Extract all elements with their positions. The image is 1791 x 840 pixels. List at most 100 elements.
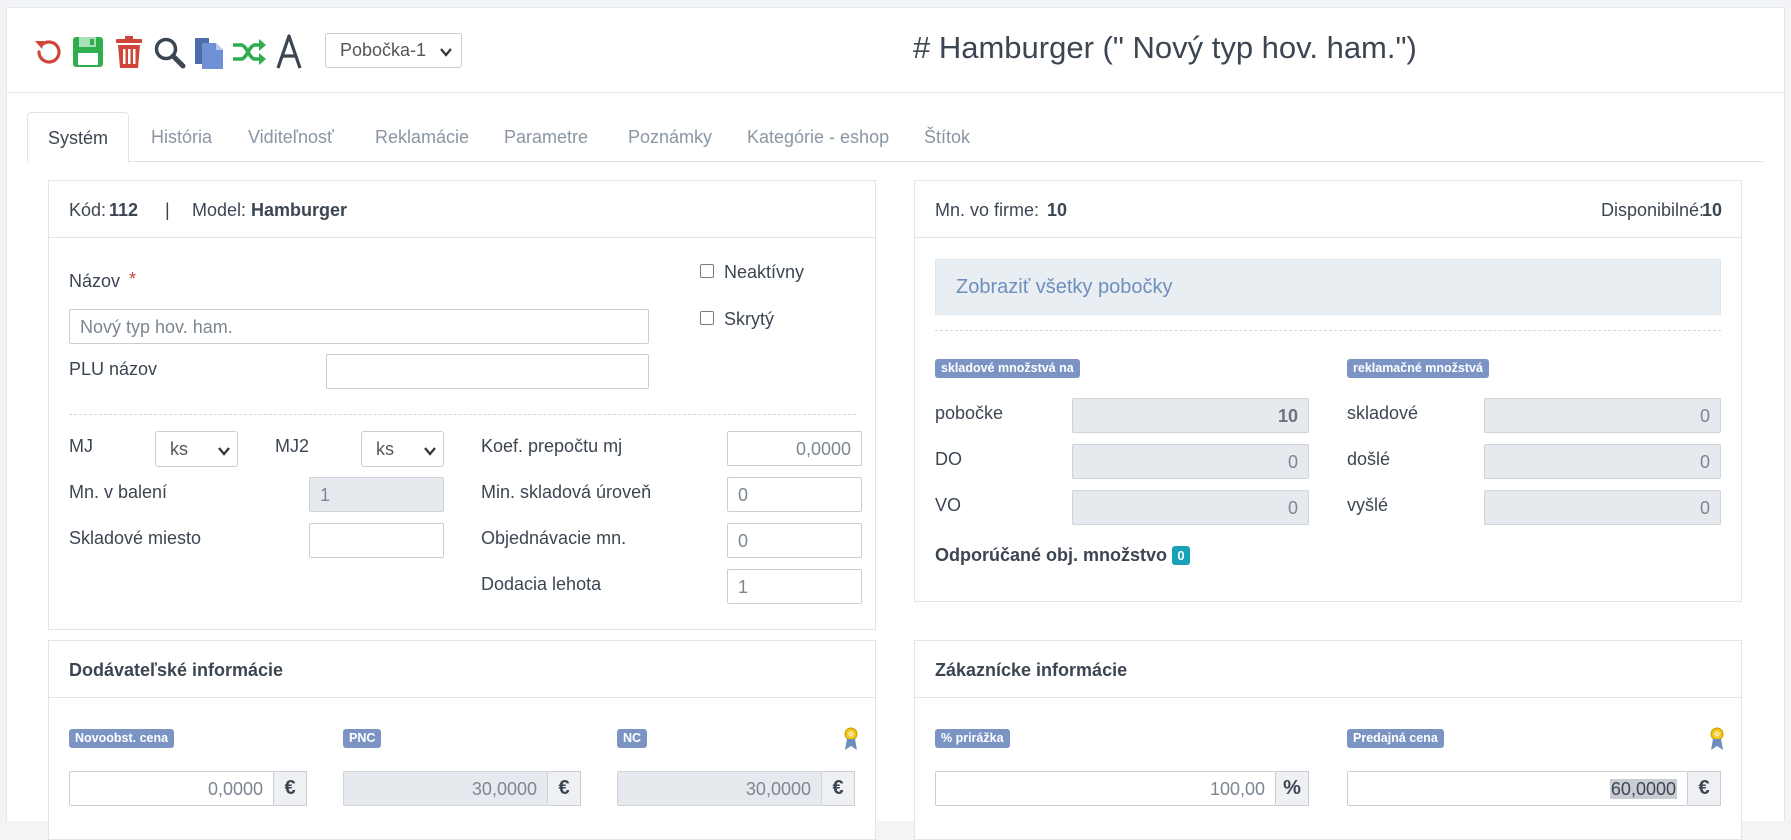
sale-price-badge: Predajná cena [1347, 729, 1444, 748]
tab-eshop-categories[interactable]: Kategórie - eshop [727, 112, 909, 162]
tab-parameters[interactable]: Parametre [484, 112, 608, 162]
available-label: Disponibilné: [1601, 200, 1705, 220]
pnc-currency: € [548, 771, 581, 806]
show-all-branches-button[interactable]: Zobraziť všetky pobočky [935, 259, 1721, 315]
vo-qty: 0 [1072, 490, 1309, 525]
claim-sent-qty: 0 [1484, 490, 1721, 525]
claim-received-label: došlé [1347, 449, 1391, 469]
min-stock-input[interactable]: 0 [727, 477, 862, 512]
sale-price-input[interactable]: 60,0000 [1347, 771, 1688, 806]
koef-input[interactable]: 0,0000 [727, 431, 862, 466]
new-price-currency: € [274, 771, 307, 806]
nc-input: 30,0000 [617, 771, 822, 806]
lead-time-input[interactable]: 1 [727, 569, 862, 604]
mj-label: MJ [69, 436, 93, 456]
mj2-select[interactable]: ks [361, 431, 444, 467]
min-stock-label: Min. skladová úroveň [481, 482, 652, 502]
percent-addon: % [1276, 771, 1309, 806]
branch-qty: 10 [1072, 398, 1309, 433]
chevron-down-icon [423, 442, 437, 463]
toolbar: Pobočka-1 # Hamburger (" Nový typ hov. h… [7, 8, 1784, 93]
sale-price-selection: 60,0000 [1609, 779, 1677, 799]
customer-card-title: Zákaznícke informácie [935, 660, 1128, 680]
company-qty-label: Mn. vo firme: [935, 200, 1040, 220]
award-icon [1710, 727, 1724, 756]
inactive-checkbox[interactable] [700, 264, 714, 278]
page-title: # Hamburger (" Nový typ hov. ham.") [913, 30, 1417, 65]
inactive-label: Neaktívny [724, 262, 805, 282]
divider [69, 414, 856, 415]
app-window: Pobočka-1 # Hamburger (" Nový typ hov. h… [6, 7, 1785, 840]
hidden-checkbox[interactable] [700, 311, 714, 325]
stock-badge: skladové množstvá na [935, 359, 1080, 378]
branch-select[interactable]: Pobočka-1 [325, 33, 462, 68]
location-input[interactable] [309, 523, 444, 558]
recommended-badge: 0 [1172, 546, 1190, 565]
do-label: DO [935, 449, 962, 469]
undo-icon[interactable] [29, 32, 67, 72]
mj2-select-value: ks [376, 439, 394, 459]
nc-currency: € [822, 771, 855, 806]
customer-card: Zákaznícke informácie % prirážka Predajn… [914, 640, 1742, 840]
lead-time-label: Dodacia lehota [481, 574, 602, 594]
stock-card: Mn. vo firme: 10 Disponibilné: 10 Zobraz… [914, 180, 1742, 602]
name-input[interactable]: Nový typ hov. ham. [69, 309, 649, 344]
koef-label: Koef. prepočtu mj [481, 436, 623, 456]
markup-input[interactable]: 100,00 [935, 771, 1276, 806]
required-mark: * [129, 269, 137, 289]
font-icon[interactable] [270, 32, 308, 72]
available-value: 10 [1702, 200, 1723, 220]
branch-select-value: Pobočka-1 [340, 40, 427, 60]
new-price-input[interactable]: 0,0000 [69, 771, 274, 806]
hidden-label: Skrytý [724, 309, 775, 329]
tab-label[interactable]: Štítok [904, 112, 990, 162]
copy-icon[interactable] [190, 32, 228, 72]
supplier-card: Dodávateľské informácie Novoobst. cena P… [48, 640, 876, 840]
tab-visibility[interactable]: Viditeľnosť [228, 112, 354, 162]
nc-badge: NC [617, 729, 648, 748]
code-value: 112 [109, 200, 139, 220]
trash-icon[interactable] [110, 32, 148, 72]
tab-bar: Systém História Viditeľnosť Reklamácie P… [27, 112, 1763, 163]
system-card: Kód: 112 | Model: Hamburger Názov * Nový… [48, 180, 876, 630]
plu-input[interactable] [326, 354, 649, 389]
award-icon [844, 727, 858, 756]
branch-label: pobočke [935, 403, 1004, 423]
markup-badge: % prirážka [935, 729, 1010, 748]
divider [935, 330, 1721, 331]
mj2-label: MJ2 [275, 436, 310, 456]
company-qty-value: 10 [1047, 200, 1068, 220]
stock-card-header: Mn. vo firme: 10 Disponibilné: 10 [915, 181, 1741, 238]
new-price-badge: Novoobst. cena [69, 729, 175, 748]
claim-stock-label: skladové [1347, 403, 1419, 423]
tab-system[interactable]: Systém [27, 112, 130, 163]
pack-input[interactable]: 1 [309, 477, 444, 512]
code-label: Kód: [69, 200, 107, 220]
save-icon[interactable] [69, 32, 107, 72]
order-qty-input[interactable]: 0 [727, 523, 862, 558]
pnc-input: 30,0000 [343, 771, 548, 806]
supplier-card-header: Dodávateľské informácie [49, 641, 875, 698]
tab-complaints[interactable]: Reklamácie [355, 112, 489, 162]
model-label: Model: [192, 200, 247, 220]
tab-history[interactable]: História [131, 112, 232, 162]
shuffle-icon[interactable] [230, 32, 268, 72]
sale-price-currency: € [1688, 771, 1721, 806]
separator: | [165, 200, 170, 220]
customer-card-header: Zákaznícke informácie [915, 641, 1741, 698]
search-icon[interactable] [150, 32, 188, 72]
tab-notes[interactable]: Poznámky [608, 112, 732, 162]
claim-stock-qty: 0 [1484, 398, 1721, 433]
location-label: Skladové miesto [69, 528, 202, 548]
supplier-card-title: Dodávateľské informácie [69, 660, 284, 680]
order-qty-label: Objednávacie mn. [481, 528, 627, 548]
chevron-down-icon [217, 442, 231, 463]
mj-select[interactable]: ks [155, 431, 238, 467]
pack-label: Mn. v balení [69, 482, 168, 502]
chevron-down-icon [439, 43, 453, 64]
name-label: Názov [69, 271, 121, 291]
claim-badge: reklamačné množstvá [1347, 359, 1489, 378]
plu-label: PLU názov [69, 359, 158, 379]
pnc-badge: PNC [343, 729, 382, 748]
mj-select-value: ks [170, 439, 188, 459]
